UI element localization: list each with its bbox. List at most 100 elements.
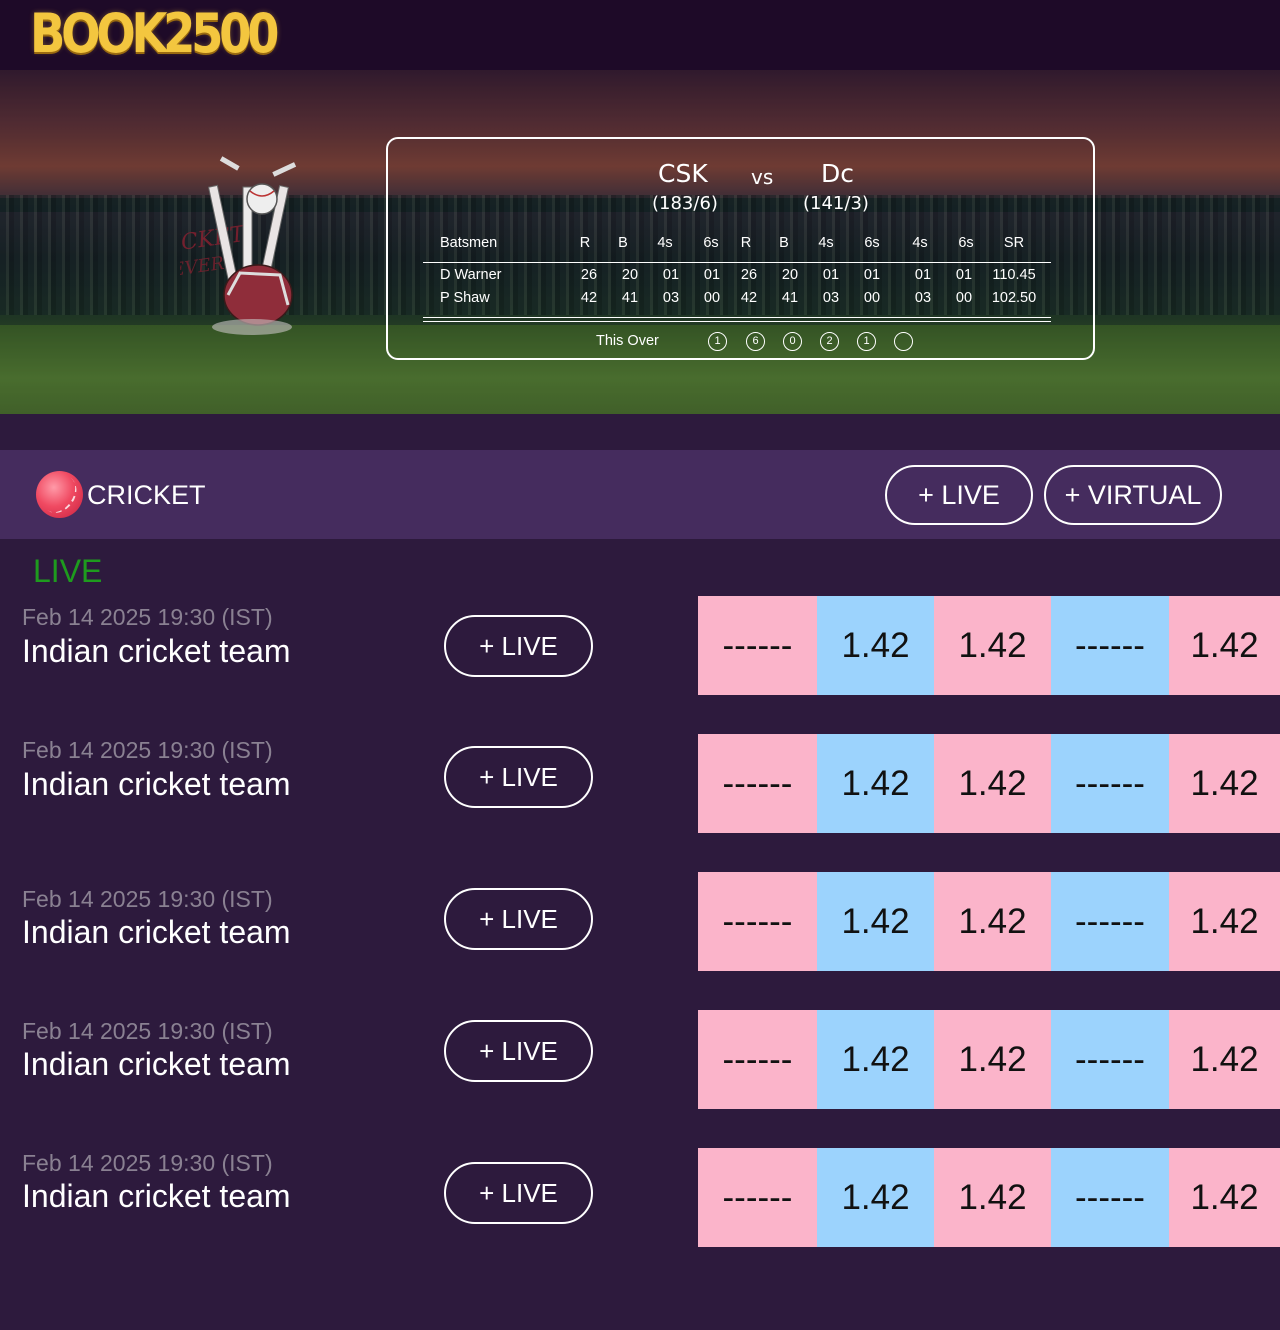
match-team[interactable]: Indian cricket team	[22, 1046, 291, 1083]
stat-cell: 01	[703, 267, 721, 283]
this-over-label: This Over	[596, 333, 659, 349]
back-odds-cell[interactable]: ------	[1051, 1010, 1169, 1109]
header-4s: 4s	[657, 235, 673, 251]
match-team[interactable]: Indian cricket team	[22, 1178, 291, 1215]
back-odds-cell[interactable]: 1.42	[817, 872, 934, 971]
top-bar: BOOK2500	[0, 0, 1280, 70]
header-b: B	[618, 235, 628, 251]
back-odds-cell[interactable]: 1.42	[817, 734, 934, 833]
match-live-button[interactable]: + LIVE	[444, 746, 593, 808]
stat-cell: 41	[621, 290, 639, 306]
team1-name: CSK	[658, 159, 708, 188]
live-filter-button[interactable]: + LIVE	[885, 465, 1033, 525]
stat-cell: 102.50	[991, 290, 1037, 306]
back-odds-cell[interactable]: ------	[1051, 872, 1169, 971]
ball-indicator: 2	[820, 332, 839, 351]
svg-text:FEVER: FEVER	[180, 253, 226, 283]
match-live-button[interactable]: + LIVE	[444, 1162, 593, 1224]
vs-label: vs	[751, 165, 774, 189]
stat-cell: 42	[740, 290, 758, 306]
match-date: Feb 14 2025 19:30 (IST)	[22, 737, 273, 763]
lay-odds-cell[interactable]: ------	[698, 596, 817, 695]
match-live-button[interactable]: + LIVE	[444, 888, 593, 950]
back-odds-cell[interactable]: ------	[1051, 734, 1169, 833]
sport-title: CRICKET	[87, 480, 206, 510]
header-r: R	[579, 235, 591, 251]
header-4s: 4s	[912, 235, 928, 251]
match-live-button[interactable]: + LIVE	[444, 1020, 593, 1082]
stat-cell: 01	[914, 267, 932, 283]
odds-group: ------ 1.42 1.42 ------ 1.42	[698, 734, 1280, 833]
back-odds-cell[interactable]: ------	[1051, 1148, 1169, 1247]
match-team[interactable]: Indian cricket team	[22, 633, 291, 670]
lay-odds-cell[interactable]: 1.42	[934, 872, 1051, 971]
virtual-filter-button[interactable]: + VIRTUAL	[1044, 465, 1222, 525]
lay-odds-cell[interactable]: 1.42	[1169, 1010, 1280, 1109]
stat-cell: 03	[822, 290, 840, 306]
divider	[423, 262, 1051, 263]
ball-indicator: 0	[783, 332, 802, 351]
match-live-button[interactable]: + LIVE	[444, 615, 593, 677]
lay-odds-cell[interactable]: 1.42	[1169, 596, 1280, 695]
team1-score: (183/6)	[652, 193, 718, 214]
odds-group: ------ 1.42 1.42 ------ 1.42	[698, 872, 1280, 971]
match-row[interactable]: Feb 14 2025 19:30 (IST) Indian cricket t…	[0, 1010, 1280, 1110]
odds-group: ------ 1.42 1.42 ------ 1.42	[698, 1148, 1280, 1247]
lay-odds-cell[interactable]: ------	[698, 734, 817, 833]
divider	[423, 317, 1051, 318]
stat-cell: 00	[955, 290, 973, 306]
lay-odds-cell[interactable]: 1.42	[934, 734, 1051, 833]
cricket-ball-icon	[36, 471, 83, 518]
header-batsmen: Batsmen	[440, 235, 498, 251]
lay-odds-cell[interactable]: ------	[698, 1148, 817, 1247]
stat-cell: 26	[580, 267, 598, 283]
header-r: R	[740, 235, 752, 251]
lay-odds-cell[interactable]: 1.42	[1169, 872, 1280, 971]
header-sr: SR	[1003, 235, 1025, 251]
match-team[interactable]: Indian cricket team	[22, 914, 291, 951]
stat-cell: 01	[863, 267, 881, 283]
stat-cell: 20	[621, 267, 639, 283]
odds-group: ------ 1.42 1.42 ------ 1.42	[698, 1010, 1280, 1109]
lay-odds-cell[interactable]: 1.42	[1169, 734, 1280, 833]
live-section-heading: LIVE	[33, 553, 103, 589]
stat-cell: 00	[703, 290, 721, 306]
lay-odds-cell[interactable]: 1.42	[934, 596, 1051, 695]
stat-cell: 41	[781, 290, 799, 306]
match-date: Feb 14 2025 19:30 (IST)	[22, 886, 273, 912]
divider	[423, 321, 1051, 322]
lay-odds-cell[interactable]: 1.42	[1169, 1148, 1280, 1247]
team2-score: (141/3)	[803, 193, 869, 214]
match-row[interactable]: Feb 14 2025 19:30 (IST) Indian cricket t…	[0, 872, 1280, 972]
header-6s: 6s	[703, 235, 719, 251]
batsman-name: D Warner	[440, 267, 502, 283]
ball-indicator: 1	[708, 332, 727, 351]
stat-cell: 26	[740, 267, 758, 283]
ball-indicator	[894, 332, 913, 351]
header-4s: 4s	[818, 235, 834, 251]
match-row[interactable]: Feb 14 2025 19:30 (IST) Indian cricket t…	[0, 1148, 1280, 1248]
lay-odds-cell[interactable]: 1.42	[934, 1148, 1051, 1247]
back-odds-cell[interactable]: 1.42	[817, 1010, 934, 1109]
stat-cell: 01	[822, 267, 840, 283]
live-scorecard: CSK (183/6) vs Dc (141/3) Batsmen R B 4s…	[386, 137, 1095, 360]
ball-indicator: 6	[746, 332, 765, 351]
match-team[interactable]: Indian cricket team	[22, 766, 291, 803]
match-row[interactable]: Feb 14 2025 19:30 (IST) Indian cricket t…	[0, 596, 1280, 696]
back-odds-cell[interactable]: 1.42	[817, 596, 934, 695]
back-odds-cell[interactable]: 1.42	[817, 1148, 934, 1247]
lay-odds-cell[interactable]: 1.42	[934, 1010, 1051, 1109]
stat-cell: 20	[781, 267, 799, 283]
site-logo[interactable]: BOOK2500	[30, 2, 279, 65]
lay-odds-cell[interactable]: ------	[698, 1010, 817, 1109]
cricket-fever-illustration: CRICKET FEVER	[180, 156, 297, 335]
ball-indicator: 1	[857, 332, 876, 351]
match-row[interactable]: Feb 14 2025 19:30 (IST) Indian cricket t…	[0, 734, 1280, 834]
match-date: Feb 14 2025 19:30 (IST)	[22, 1150, 273, 1176]
header-6s: 6s	[958, 235, 974, 251]
team2-name: Dc	[821, 159, 854, 188]
lay-odds-cell[interactable]: ------	[698, 872, 817, 971]
odds-group: ------ 1.42 1.42 ------ 1.42	[698, 596, 1280, 695]
header-b: B	[779, 235, 789, 251]
back-odds-cell[interactable]: ------	[1051, 596, 1169, 695]
